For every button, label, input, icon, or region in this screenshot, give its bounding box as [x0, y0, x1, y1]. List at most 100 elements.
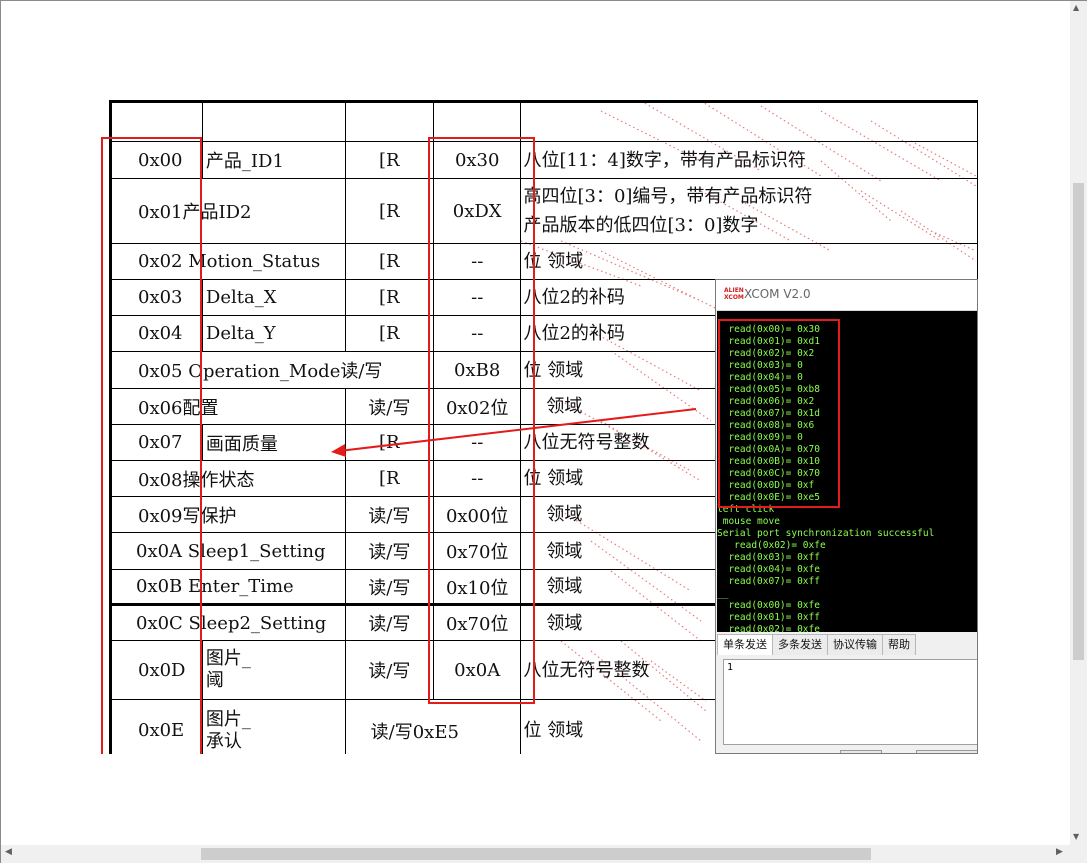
access-cell: [R	[344, 460, 434, 497]
access-cell: [R	[344, 243, 434, 280]
table-header-row	[109, 100, 978, 142]
scrollbar-corner	[1070, 845, 1087, 863]
default-cell: 0x30	[432, 141, 522, 179]
access-cell: [R	[344, 141, 434, 179]
description-line: 位 领域	[523, 720, 584, 741]
terminal-line: mouse move	[717, 516, 780, 527]
default-cell: 0xB8	[432, 351, 522, 389]
tab-help[interactable]: 帮助	[882, 634, 916, 655]
xcom-window: ALIEN XCOM XCOM V2.0 read(0x00)= 0x30 rea…	[715, 279, 978, 754]
terminal-line: read(0x02)= 0xfe	[717, 540, 826, 551]
default-cell: 0x00位	[432, 496, 522, 533]
default-cell: 0x10位	[432, 569, 522, 605]
alientek-logo-icon: ALIEN XCOM	[724, 287, 744, 301]
address-cell: 0x0A Sleep1_Setting	[109, 532, 346, 570]
access-cell: 读/写	[344, 603, 434, 641]
description-line: 八位2的补码	[523, 287, 625, 308]
vertical-scroll-thumb[interactable]	[1073, 183, 1084, 660]
terminal-line: Serial port synchronization successful	[717, 528, 935, 539]
access-cell: [R	[344, 178, 434, 244]
description-line: 位 领域	[523, 468, 584, 489]
name-cell: Delta_Y	[201, 315, 346, 352]
name-line: 承认	[205, 730, 242, 752]
chevron-up-icon[interactable]: ▲	[1073, 3, 1079, 12]
default-cell: --	[432, 279, 522, 316]
address-cell: 0x05 Operation_Mode读/写	[109, 351, 434, 389]
send-mode-tabs: 单条发送 多条发送 协议传输 帮助	[717, 634, 916, 655]
description-line: 领域	[523, 612, 583, 634]
description-line: 领域	[523, 540, 583, 562]
name-cell: 图片_ 承认	[201, 699, 346, 754]
description-line: 领域	[523, 504, 583, 525]
tab-single-send[interactable]: 单条发送	[717, 634, 773, 655]
default-cell: --	[432, 243, 522, 280]
description-line: 产品版本的低四位[3：0]数字	[523, 215, 759, 236]
default-cell: 0xDX	[432, 178, 522, 244]
address-cell: 0x03	[109, 279, 203, 316]
horizontal-scrollbar[interactable]: ◀ ▶	[1, 845, 1070, 863]
address-cell: 0x08操作状态	[109, 460, 346, 497]
document-page: 0x00 产品_ID1 [R 0x30 八位[11：4]数字，带有产品标识符 0…	[1, 1, 978, 754]
address-cell: 0x04	[109, 315, 203, 352]
access-cell: 读/写	[344, 496, 434, 533]
address-cell: 0x06配置	[109, 388, 346, 425]
name-cell: 图片_ 阈	[201, 640, 346, 700]
default-cell: --	[432, 460, 522, 497]
address-cell: 0x0D	[109, 640, 203, 700]
address-cell: 0x02 Motion_Status	[109, 243, 346, 280]
terminal-line: read(0x00)= 0xfe	[717, 600, 820, 611]
address-cell: 0x0B Enter_Time	[109, 569, 346, 605]
chevron-down-icon[interactable]: ▼	[1073, 832, 1079, 841]
address-cell: 0x0E	[109, 699, 203, 754]
name-line: 阈	[205, 670, 224, 691]
red-arrow-icon	[331, 408, 697, 457]
access-cell: 读/写	[344, 640, 434, 700]
terminal-line: read(0x02)= 0xfe	[717, 624, 820, 632]
vertical-scrollbar[interactable]: ▲ ▼	[1070, 1, 1087, 845]
name-line: 图片_	[205, 648, 251, 669]
default-cell: 0x0A	[432, 640, 522, 700]
description-cell: 位 领域	[520, 243, 978, 280]
address-cell: 0x0C Sleep2_Setting	[109, 603, 346, 641]
default-cell: --	[432, 315, 522, 352]
chevron-right-icon[interactable]: ▶	[1056, 847, 1063, 857]
chevron-left-icon[interactable]: ◀	[5, 847, 12, 857]
name-cell: 产品_ID1	[201, 141, 346, 179]
table-row: 0x01产品ID2 [R 0xDX 高四位[3：0]编号，带有产品标识符 产品版…	[109, 178, 978, 244]
access-cell: 读/写	[344, 532, 434, 570]
xcom-titlebar: ALIEN XCOM XCOM V2.0	[716, 280, 977, 311]
description-line: 八位[11：4]数字，带有产品标识符	[523, 149, 806, 171]
terminal-line: __	[717, 588, 729, 599]
xcom-title: XCOM V2.0	[744, 287, 811, 301]
description-line: 八位无符号整数	[523, 659, 650, 681]
description-line: 高四位[3：0]编号，带有产品标识符	[523, 186, 813, 207]
terminal-line: read(0x01)= 0xff	[717, 612, 820, 623]
default-cell: 0x70位	[432, 532, 522, 570]
address-cell: 0x07	[109, 424, 203, 461]
terminal-line: read(0x07)= 0xff	[717, 576, 820, 587]
access-cell: 读/写0xE5	[344, 699, 522, 754]
address-cell: 0x01产品ID2	[109, 178, 346, 244]
default-cell: 0x70位	[432, 603, 522, 641]
description-line: 位 领域	[523, 359, 584, 381]
description-line: 八位2的补码	[523, 323, 625, 344]
document-viewer: 0x00 产品_ID1 [R 0x30 八位[11：4]数字，带有产品标识符 0…	[0, 0, 1087, 863]
access-cell: [R	[344, 315, 434, 352]
send-button[interactable]	[840, 750, 882, 753]
access-cell: 读/写	[344, 569, 434, 605]
send-input[interactable]: 1	[723, 659, 977, 745]
tab-protocol[interactable]: 协议传输	[827, 634, 883, 655]
address-cell: 0x09写保护	[109, 496, 346, 533]
terminal-line: read(0x03)= 0xff	[717, 552, 820, 563]
horizontal-scroll-thumb[interactable]	[201, 848, 871, 860]
tab-multi-send[interactable]: 多条发送	[772, 634, 828, 655]
access-cell: [R	[344, 279, 434, 316]
name-cell: Delta_X	[201, 279, 346, 316]
description-cell: 高四位[3：0]编号，带有产品标识符 产品版本的低四位[3：0]数字	[520, 178, 978, 244]
table-row: 0x02 Motion_Status [R -- 位 领域	[109, 243, 978, 280]
clear-button[interactable]	[916, 750, 977, 753]
description-cell: 八位[11：4]数字，带有产品标识符	[520, 141, 978, 179]
table-row: 0x00 产品_ID1 [R 0x30 八位[11：4]数字，带有产品标识符	[109, 141, 978, 179]
terminal-line: read(0x04)= 0xfe	[717, 564, 820, 575]
address-cell: 0x00	[109, 141, 203, 179]
